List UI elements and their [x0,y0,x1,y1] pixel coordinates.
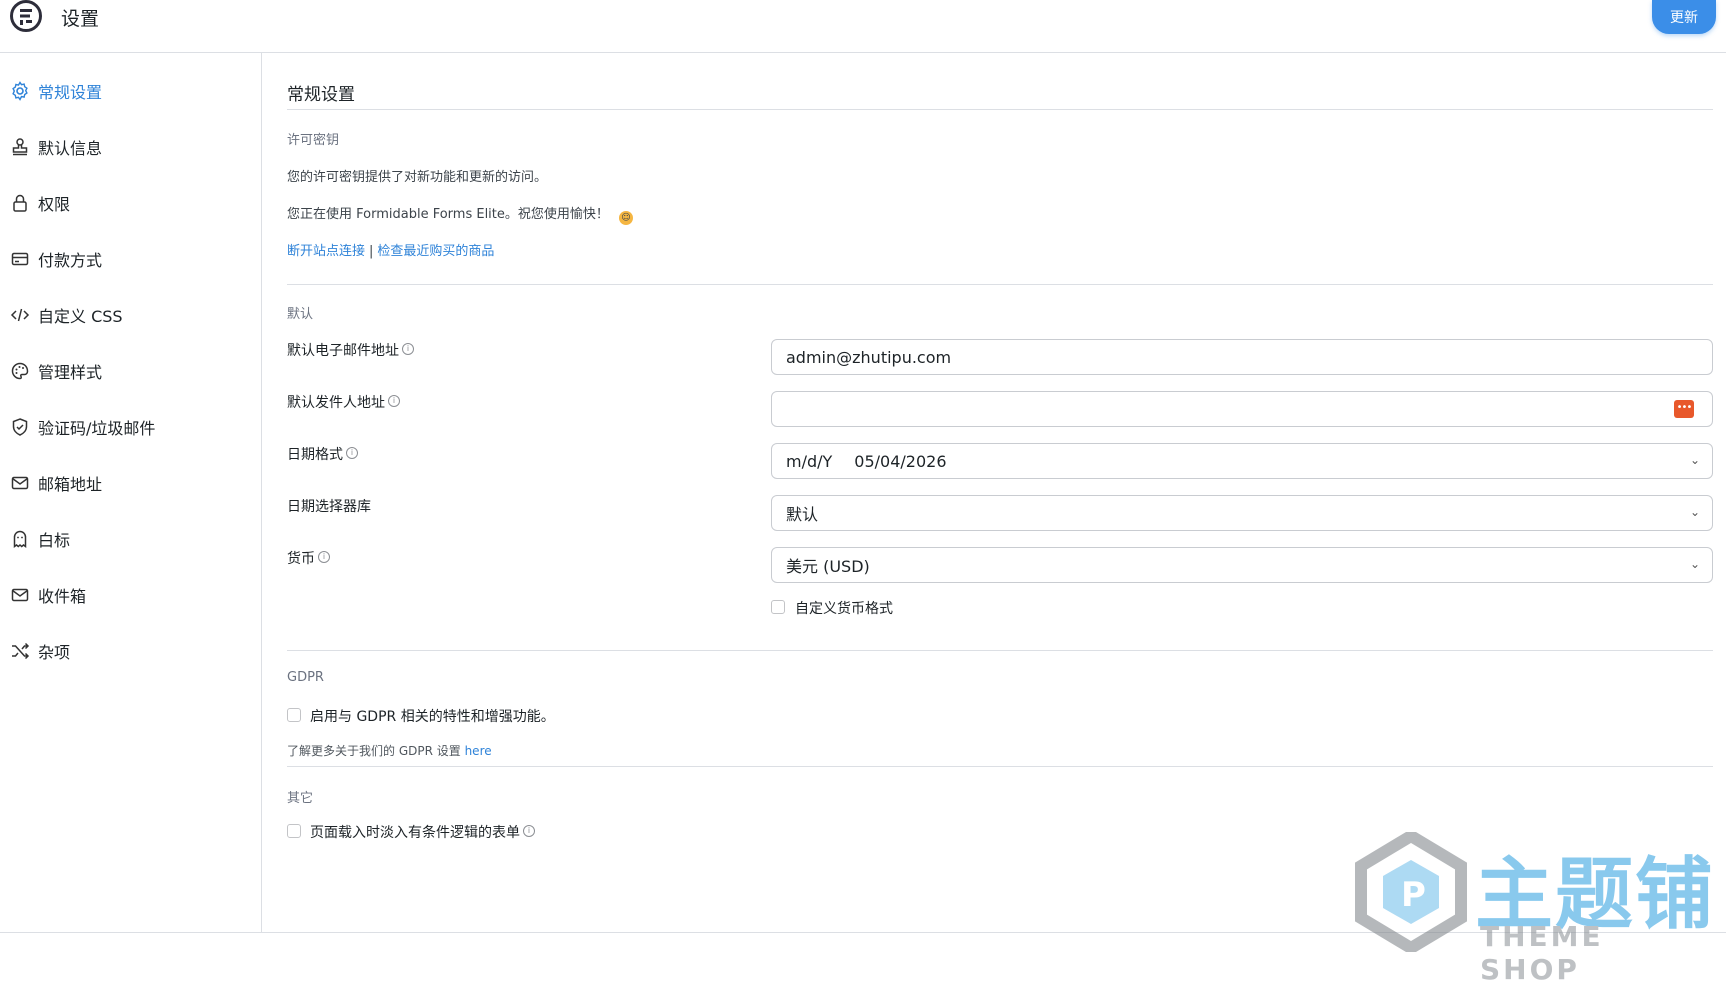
custom-currency-label: 自定义货币格式 [795,601,893,617]
license-section-label: 许可密钥 [287,133,340,148]
sidebar-item-email[interactable]: 邮箱地址 [10,469,102,497]
section-title: 常规设置 [287,85,355,105]
sidebar-item-label: 权限 [38,195,71,214]
divider [287,766,1713,767]
sidebar-item-label: 管理样式 [38,363,103,382]
disconnect-site-link[interactable]: 断开站点连接 [287,244,365,259]
code-icon [10,305,30,325]
link-separator: | [369,244,374,259]
gdpr-here-link[interactable]: here [465,744,492,758]
gdpr-note: 了解更多关于我们的 GDPR 设置 here [287,742,492,759]
date-format-label: 日期格式 i [287,444,358,464]
date-format-select[interactable]: m/d/Y 05/04/2026 ⌄ [771,443,1713,479]
info-icon[interactable]: i [346,447,358,459]
sidebar-item-styles[interactable]: 管理样式 [10,357,102,385]
divider [287,284,1713,285]
check-purchases-link[interactable]: 检查最近购买的商品 [377,244,494,259]
default-email-label: 默认电子邮件地址 i [287,340,414,360]
sidebar-item-inbox[interactable]: 收件箱 [10,581,86,609]
license-status-text: 您正在使用 Formidable Forms Elite。祝您使用愉快！ [287,207,609,222]
divider [287,109,1713,110]
lock-icon [10,193,30,213]
custom-currency-checkbox[interactable] [771,600,785,614]
currency-value: 美元 (USD) [786,557,870,576]
divider [287,650,1713,651]
date-format-value: m/d/Y [786,451,833,471]
fade-forms-label-text: 页面载入时淡入有条件逻辑的表单 [310,825,520,841]
sidebar-item-label: 收件箱 [38,587,87,606]
sidebar-item-label: 白标 [38,531,71,550]
sidebar-item-white-label[interactable]: 白标 [10,525,70,553]
default-email-field[interactable]: admin@zhutipu.com [771,339,1713,375]
top-bar: 设置 更新 [0,0,1726,53]
sidebar-item-captcha[interactable]: 验证码/垃圾邮件 [10,413,155,441]
info-icon[interactable]: i [318,551,330,563]
currency-select[interactable]: 美元 (USD) ⌄ [771,547,1713,583]
default-email-value: admin@zhutipu.com [786,347,952,367]
sidebar-item-misc[interactable]: 杂项 [10,637,70,665]
credit-card-icon [10,249,30,269]
formidable-logo-icon [10,0,42,32]
other-section-label: 其它 [287,791,314,806]
sidebar-item-label: 付款方式 [38,251,103,270]
info-icon[interactable]: i [402,343,414,355]
gear-icon [10,81,30,101]
chevron-down-icon: ⌄ [1689,557,1700,571]
palette-icon [10,361,30,381]
shield-icon [10,417,30,437]
envelope-icon [10,473,30,493]
page-title: 设置 [61,8,100,30]
datepicker-value: 默认 [786,505,819,524]
sidebar-item-permissions[interactable]: 权限 [10,189,70,217]
info-icon[interactable]: i [523,825,535,837]
sidebar-item-defaults[interactable]: 默认信息 [10,133,102,161]
datepicker-label: 日期选择器库 [287,499,371,515]
default-from-label: 默认发件人地址 i [287,392,400,412]
watermark: P 主题铺 THEME SHOP [1355,832,1715,986]
sidebar-item-payments[interactable]: 付款方式 [10,245,102,273]
sidebar-item-custom-css[interactable]: 自定义 CSS [10,301,123,329]
currency-label-text: 货币 [287,551,315,567]
gdpr-enable-label: 启用与 GDPR 相关的特性和增强功能。 [310,709,555,725]
sidebar-item-label: 邮箱地址 [38,475,103,494]
fade-forms-label: 页面载入时淡入有条件逻辑的表单 i [310,822,535,842]
defaults-section-label: 默认 [287,307,314,322]
smile-emoji-icon: ☺ [618,211,633,225]
sidebar: 常规设置 默认信息 权限 付款方式 自定义 CSS 管理样式 验证码/垃圾邮件 … [0,53,262,933]
sidebar-item-label: 杂项 [38,643,71,662]
license-description: 您的许可密钥提供了对新功能和更新的访问。 [287,170,548,185]
sidebar-item-label: 自定义 CSS [38,307,123,326]
stamp-icon [10,137,30,157]
gdpr-enable-checkbox[interactable] [287,708,301,722]
gdpr-note-text: 了解更多关于我们的 GDPR 设置 [287,744,461,758]
chevron-down-icon: ⌄ [1689,453,1700,467]
sidebar-item-label: 常规设置 [38,83,103,102]
inbox-icon [10,585,30,605]
sidebar-item-label: 验证码/垃圾邮件 [38,419,156,438]
update-button[interactable]: 更新 [1652,0,1716,34]
watermark-subtext: THEME SHOP [1480,920,1604,986]
sidebar-item-general[interactable]: 常规设置 [10,77,102,105]
password-manager-icon[interactable]: ••• [1674,400,1694,418]
datepicker-select[interactable]: 默认 ⌄ [771,495,1713,531]
date-format-example: 05/04/2026 [854,451,947,471]
fade-forms-checkbox[interactable] [287,824,301,838]
license-links: 断开站点连接 | 检查最近购买的商品 [287,240,494,259]
watermark-logo-icon: P [1355,832,1467,952]
ghost-icon [10,529,30,549]
date-format-label-text: 日期格式 [287,447,343,463]
currency-label: 货币 i [287,548,330,568]
chevron-down-icon: ⌄ [1689,505,1700,519]
license-status: 您正在使用 Formidable Forms Elite。祝您使用愉快！ ☺ [287,203,633,225]
info-icon[interactable]: i [388,395,400,407]
svg-text:P: P [1401,875,1426,915]
default-from-field[interactable]: ••• [771,391,1713,427]
settings-page: 设置 更新 常规设置 默认信息 权限 付款方式 自定义 CSS 管理样式 验证码… [0,0,1726,986]
default-email-label-text: 默认电子邮件地址 [287,343,399,359]
default-from-label-text: 默认发件人地址 [287,395,385,411]
shuffle-icon [10,641,30,661]
sidebar-item-label: 默认信息 [38,139,103,158]
gdpr-section-label: GDPR [287,670,324,685]
